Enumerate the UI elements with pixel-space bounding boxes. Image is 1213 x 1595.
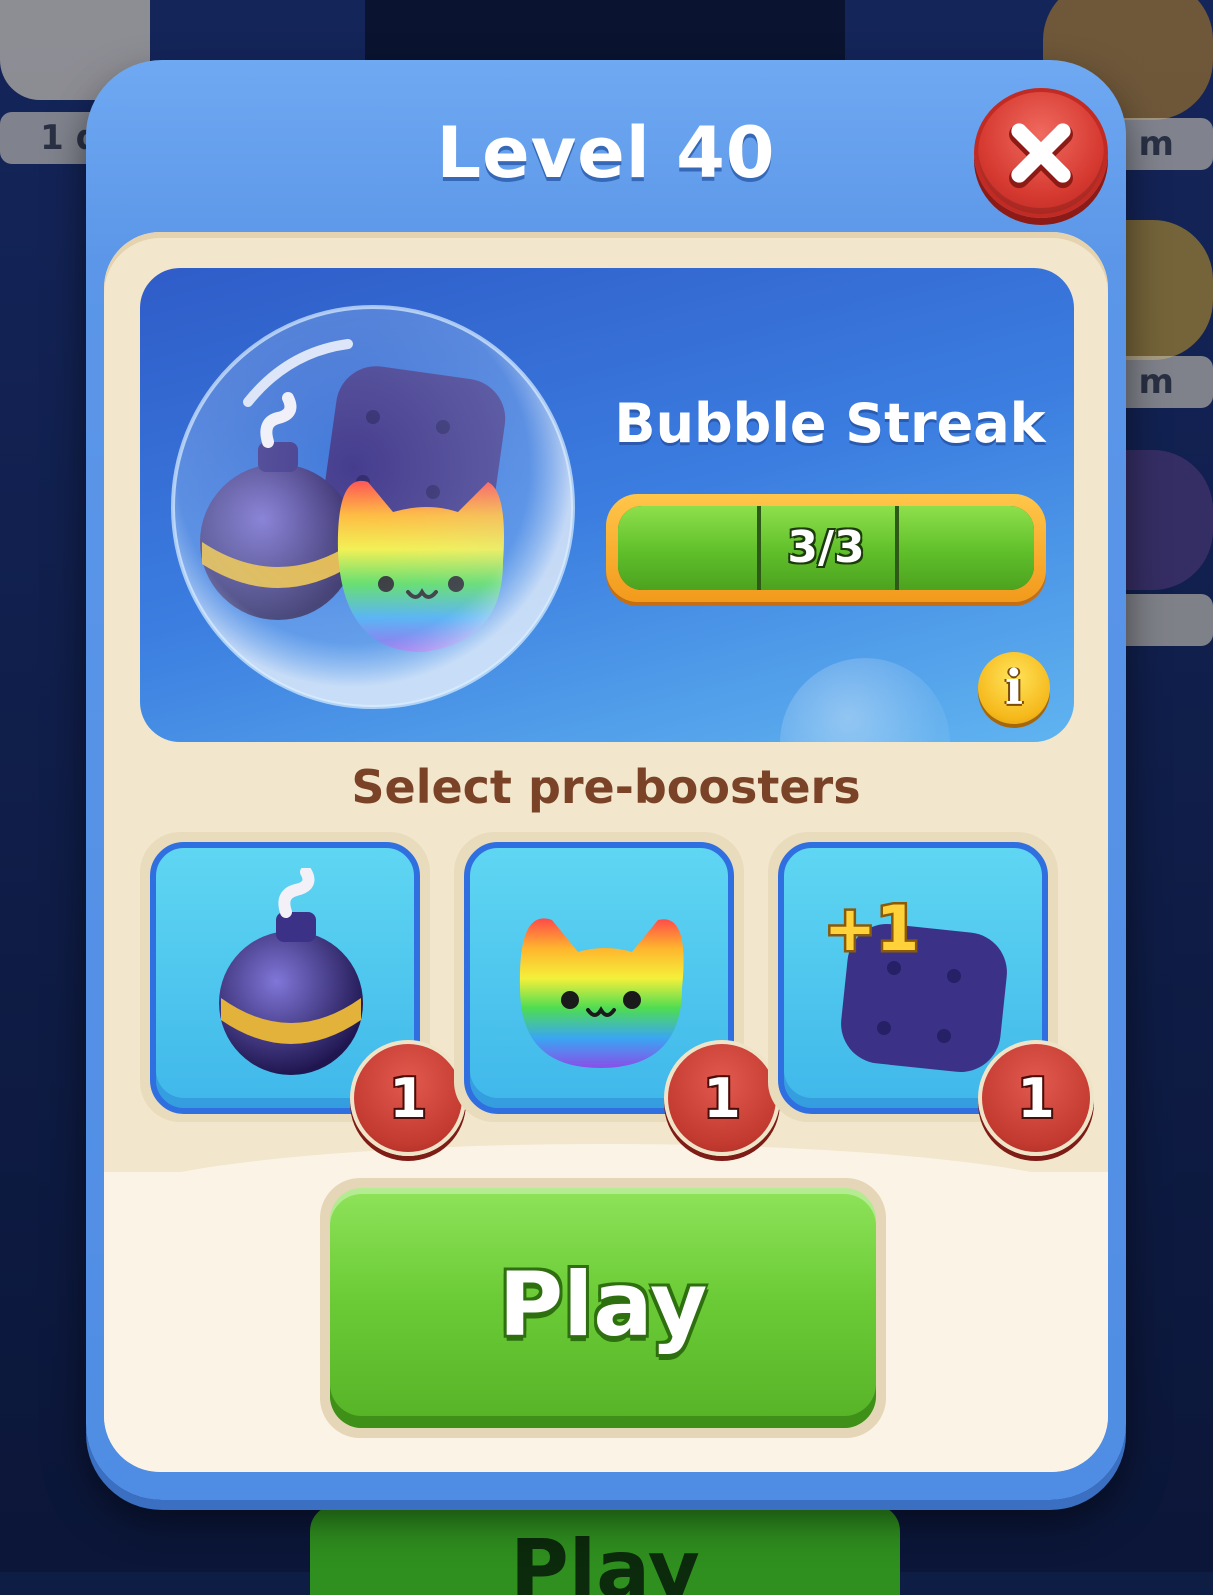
streak-progress-text: 3/3 xyxy=(787,522,865,573)
streak-progress-bar: 3/3 xyxy=(606,494,1046,602)
plus-one-badge: +1 xyxy=(824,892,919,965)
rainbow-cat-icon xyxy=(519,918,684,1068)
level-start-dialog: Level 40 Bubble Streak 3/3 i Select pre-… xyxy=(86,60,1126,1500)
close-button[interactable] xyxy=(974,88,1108,218)
bomb-icon xyxy=(219,868,363,1075)
info-button[interactable]: i xyxy=(978,652,1050,724)
play-button-label: Play xyxy=(498,1252,708,1356)
info-icon: i xyxy=(1004,660,1024,716)
dialog-panel: Bubble Streak 3/3 i Select pre-boosters xyxy=(104,232,1108,1472)
close-x-icon xyxy=(1009,123,1073,189)
decorative-bubble xyxy=(780,658,950,742)
background-play-button: Play xyxy=(310,1505,900,1595)
booster-rainbow-cat[interactable]: 1 xyxy=(454,832,780,1156)
bubble-streak-reward-icon xyxy=(171,305,575,709)
select-pre-boosters-label: Select pre-boosters xyxy=(351,760,861,814)
booster-count-badge: 1 xyxy=(350,1040,466,1156)
booster-count-badge: 1 xyxy=(978,1040,1094,1156)
cushion-plus-one-icon: +1 xyxy=(822,890,1007,1073)
booster-bomb[interactable]: 1 xyxy=(140,832,466,1156)
booster-count-badge: 1 xyxy=(664,1040,780,1156)
play-button[interactable]: Play xyxy=(320,1178,886,1438)
bubble-streak-card: Bubble Streak 3/3 i xyxy=(140,268,1074,742)
streak-title: Bubble Streak xyxy=(614,392,1046,455)
dialog-title: Level 40 xyxy=(436,112,776,194)
booster-cushion-plus-one[interactable]: +1 1 xyxy=(768,832,1094,1156)
